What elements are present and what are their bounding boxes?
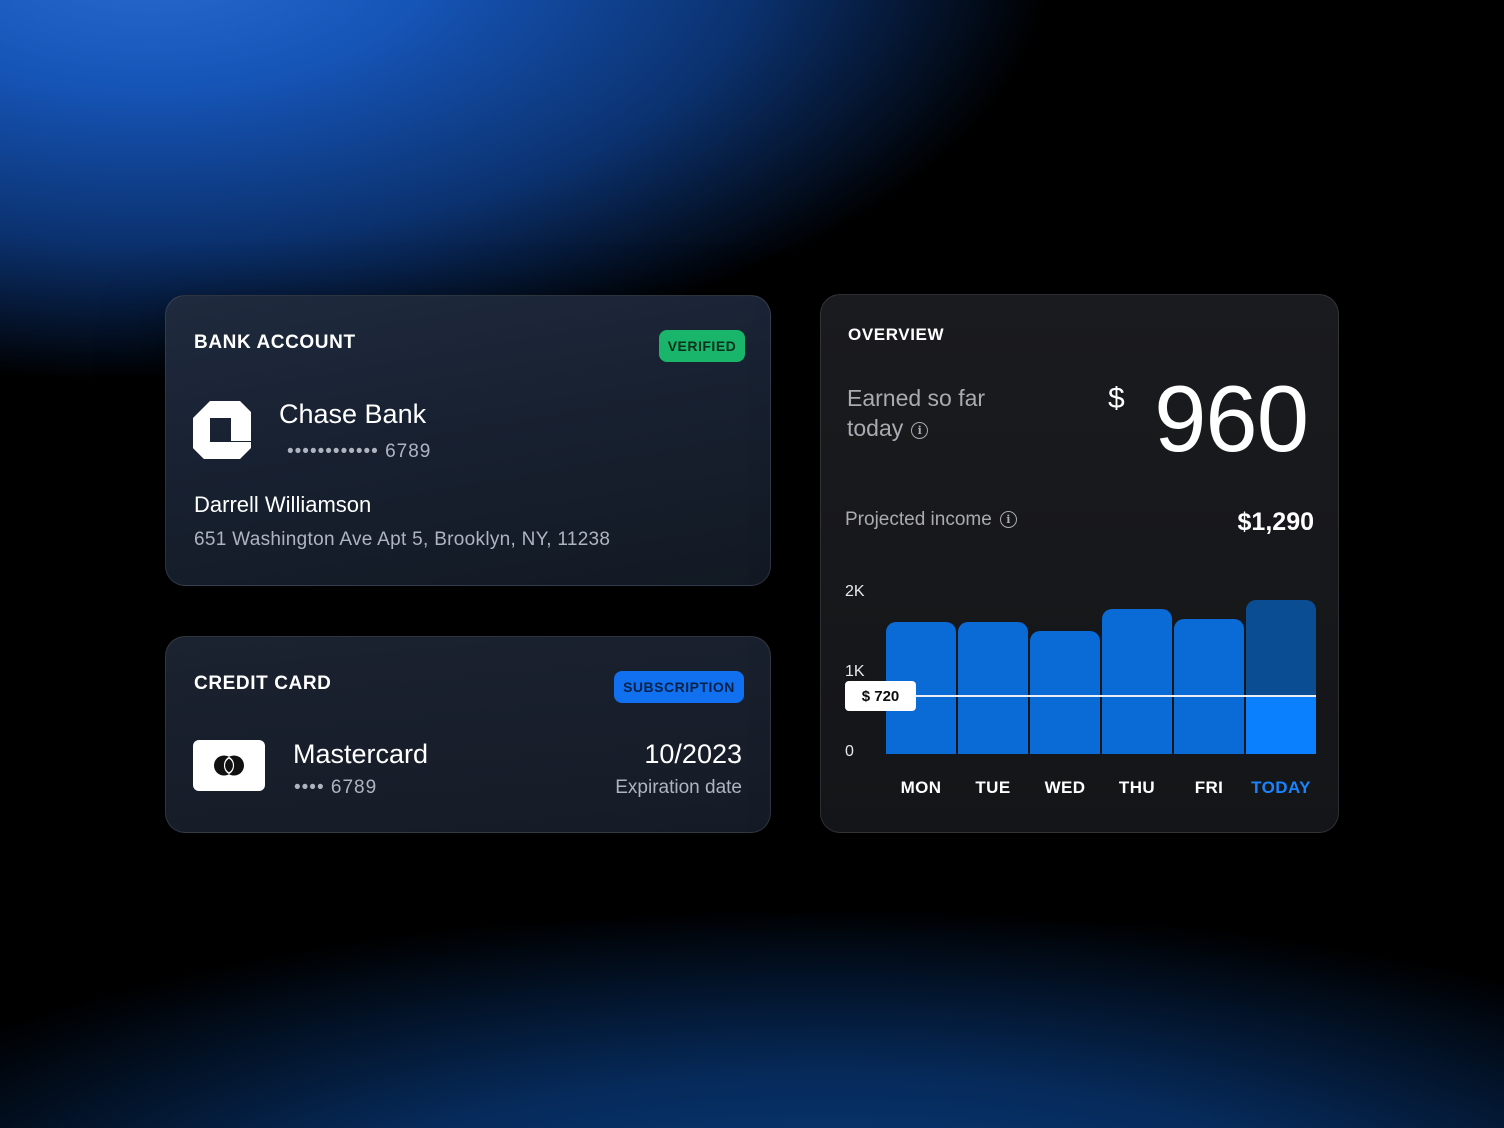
verified-badge: VERIFIED bbox=[659, 330, 745, 362]
credit-card-card[interactable]: CREDIT CARD SUBSCRIPTION Mastercard ••••… bbox=[165, 636, 771, 833]
chart-bar-thu[interactable] bbox=[1102, 609, 1172, 754]
chart-bar-fri[interactable] bbox=[1174, 618, 1244, 754]
card-expiration: 10/2023 bbox=[644, 739, 742, 769]
chart-bar-wed[interactable] bbox=[1030, 630, 1100, 754]
x-tick-label: WED bbox=[1044, 778, 1086, 797]
x-tick-label: THU bbox=[1118, 778, 1156, 797]
card-name: Mastercard bbox=[293, 739, 429, 769]
y-tick-label: 1K bbox=[845, 663, 865, 680]
x-tick-label: FRI bbox=[1194, 778, 1224, 797]
y-tick-label: 2K bbox=[845, 583, 865, 600]
chart-bar-tue[interactable] bbox=[958, 622, 1028, 754]
subscription-badge: SUBSCRIPTION bbox=[614, 671, 744, 703]
expiration-label: Expiration date bbox=[615, 777, 742, 798]
x-tick-label: TODAY bbox=[1251, 778, 1311, 797]
bank-account-number: •••••••••••• 6789 bbox=[287, 441, 432, 462]
card-number: •••• 6789 bbox=[294, 777, 378, 798]
account-address: 651 Washington Ave Apt 5, Brooklyn, NY, … bbox=[194, 529, 611, 550]
bank-account-card[interactable]: BANK ACCOUNT VERIFIED Chase Bank •••••••… bbox=[165, 295, 771, 586]
y-tick-label: 0 bbox=[845, 743, 854, 760]
weekly-earnings-chart: 0 1K 2K MON TUE WED THU FRI TODAY $ 720 bbox=[821, 295, 1340, 834]
overview-card[interactable]: OVERVIEW Earned so far today i $ 960 Proj… bbox=[820, 294, 1339, 833]
x-tick-label: MON bbox=[900, 778, 942, 797]
chase-logo-icon bbox=[193, 401, 251, 459]
credit-card-title: CREDIT CARD bbox=[194, 673, 332, 694]
bank-account-title: BANK ACCOUNT bbox=[194, 332, 356, 353]
bank-name: Chase Bank bbox=[279, 399, 427, 429]
chart-bar-today-earned bbox=[1246, 696, 1316, 754]
account-holder-name: Darrell Williamson bbox=[194, 492, 372, 517]
reference-value-label: $ 720 bbox=[845, 681, 916, 712]
mastercard-logo-icon bbox=[193, 740, 265, 791]
x-tick-label: TUE bbox=[975, 778, 1011, 797]
